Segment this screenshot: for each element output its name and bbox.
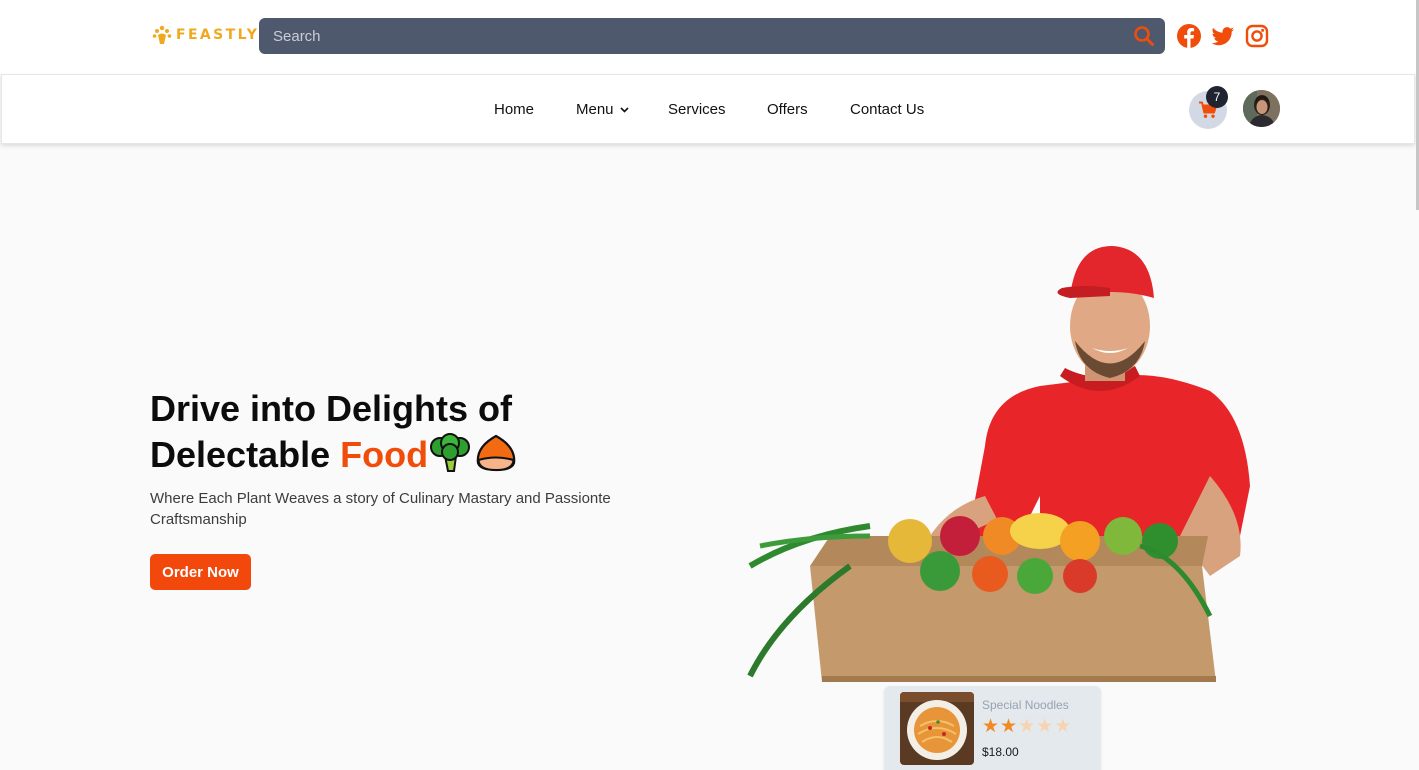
star-empty-icon: ★ — [1036, 716, 1054, 737]
chevron-down-icon — [619, 106, 629, 113]
hero-title-line1: Drive into Delights of — [150, 388, 513, 429]
nav-item-home[interactable]: Home — [494, 101, 534, 118]
star-empty-icon: ★ — [1018, 716, 1036, 737]
nav-item-label: Contact Us — [850, 101, 925, 118]
hero-title-accent: Food — [340, 434, 429, 475]
star-filled-icon: ★ — [982, 716, 1000, 737]
nav-item-offers[interactable]: Offers — [767, 101, 808, 118]
chestnut-icon — [476, 435, 516, 472]
hero-title: Drive into Delights of Delectable Food — [150, 386, 710, 478]
hero-delivery-image — [747, 246, 1250, 682]
feastly-logo-icon — [152, 25, 172, 44]
nav-item-menu[interactable]: Menu — [576, 101, 629, 118]
nav-item-label: Home — [494, 101, 535, 118]
noodles-image — [900, 692, 974, 765]
user-avatar[interactable] — [1243, 90, 1280, 127]
hero-subtitle: Where Each Plant Weaves a story of Culin… — [150, 490, 611, 528]
instagram-icon[interactable] — [1244, 23, 1270, 49]
product-card[interactable]: Special Noodles ★ ★ ★ ★ ★ $18.00 — [884, 686, 1101, 770]
main-navbar: Home Menu Services Offers Contact Us 7 — [1, 74, 1415, 144]
star-filled-icon: ★ — [1000, 716, 1018, 737]
nav-item-label: Services — [668, 101, 726, 118]
rating-stars: ★ ★ ★ ★ ★ — [982, 717, 1071, 737]
nav-item-label: Menu — [576, 101, 614, 118]
nav-item-contact-us[interactable]: Contact Us — [850, 101, 924, 118]
broccoli-icon — [430, 433, 471, 473]
nav-item-label: Offers — [767, 101, 808, 118]
order-now-button[interactable]: Order Now — [150, 554, 251, 590]
facebook-icon[interactable] — [1176, 23, 1202, 49]
search-icon[interactable] — [1133, 25, 1155, 47]
cart-count-badge: 7 — [1206, 86, 1228, 108]
search-input[interactable] — [259, 18, 1099, 54]
product-name: Special Noodles — [982, 698, 1069, 712]
search-bar — [259, 18, 1165, 54]
brand-logo[interactable]: FEASTLY — [152, 24, 259, 46]
user-photo — [1243, 90, 1280, 127]
product-thumbnail — [900, 692, 974, 765]
nav-item-services[interactable]: Services — [668, 101, 726, 118]
brand-name: FEASTLY — [176, 27, 260, 43]
product-price: $18.00 — [982, 745, 1019, 759]
twitter-icon[interactable] — [1210, 23, 1236, 49]
top-bar: FEASTLY — [0, 0, 1419, 74]
star-empty-icon: ★ — [1054, 716, 1072, 737]
hero-title-plain: Delectable — [150, 434, 331, 475]
